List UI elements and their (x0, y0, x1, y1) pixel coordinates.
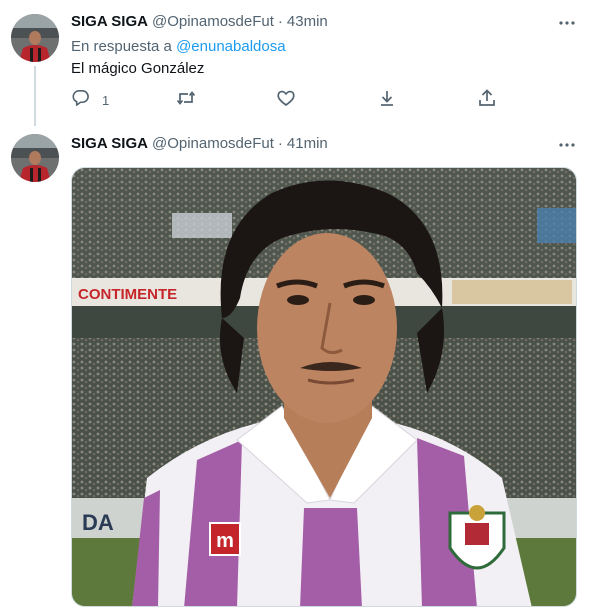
svg-text:m: m (216, 530, 234, 552)
thread-line (34, 66, 36, 126)
like-icon (276, 88, 296, 113)
reply-button[interactable]: 1 (71, 90, 109, 110)
reply-mention-link[interactable]: @enunabaldosa (176, 38, 285, 55)
more-dots-icon[interactable] (557, 135, 577, 155)
display-name[interactable]: SIGA SIGA (71, 135, 148, 152)
svg-text:DA: DA (82, 510, 114, 535)
tweet-header: SIGA SIGA @OpinamosdeFut · 43min (71, 13, 328, 30)
tweet-header: SIGA SIGA @OpinamosdeFut · 41min (71, 135, 328, 152)
save-button[interactable] (377, 90, 397, 110)
tweet-photo-media[interactable]: CONTIMENTE DA m (71, 167, 577, 607)
retweet-icon (176, 88, 196, 113)
reply-context: En respuesta a @enunabaldosa (71, 38, 286, 55)
action-bar: 1 (71, 88, 501, 113)
share-button[interactable] (477, 88, 497, 113)
like-button[interactable] (276, 90, 296, 110)
tweet-text: El mágico González (71, 60, 205, 77)
reply-prefix: En respuesta a (71, 38, 177, 55)
user-handle[interactable]: @OpinamosdeFut (152, 13, 274, 30)
separator-dot: · (277, 13, 283, 30)
svg-text:CONTIMENTE: CONTIMENTE (78, 286, 177, 303)
download-icon (377, 88, 397, 113)
media-banner-text: CONTIMENTE (78, 286, 177, 303)
avatar[interactable] (11, 14, 59, 62)
reply-count: 1 (102, 92, 110, 108)
media-wall-text: DA (82, 510, 114, 535)
user-handle[interactable]: @OpinamosdeFut (152, 135, 274, 152)
share-icon (477, 88, 497, 113)
separator-dot: · (277, 135, 283, 152)
football-player-photo: CONTIMENTE DA m (72, 168, 576, 606)
tweet-reply[interactable]: SIGA SIGA @OpinamosdeFut · 43min En resp… (0, 0, 591, 126)
reply-icon (71, 88, 90, 112)
tweet-photo[interactable]: SIGA SIGA @OpinamosdeFut · 41min CONTIME… (0, 124, 591, 616)
avatar[interactable] (11, 134, 59, 182)
display-name[interactable]: SIGA SIGA (71, 13, 148, 30)
more-dots-icon[interactable] (557, 13, 577, 33)
timestamp[interactable]: 41min (287, 135, 328, 152)
timestamp[interactable]: 43min (287, 13, 328, 30)
retweet-button[interactable] (176, 90, 196, 110)
